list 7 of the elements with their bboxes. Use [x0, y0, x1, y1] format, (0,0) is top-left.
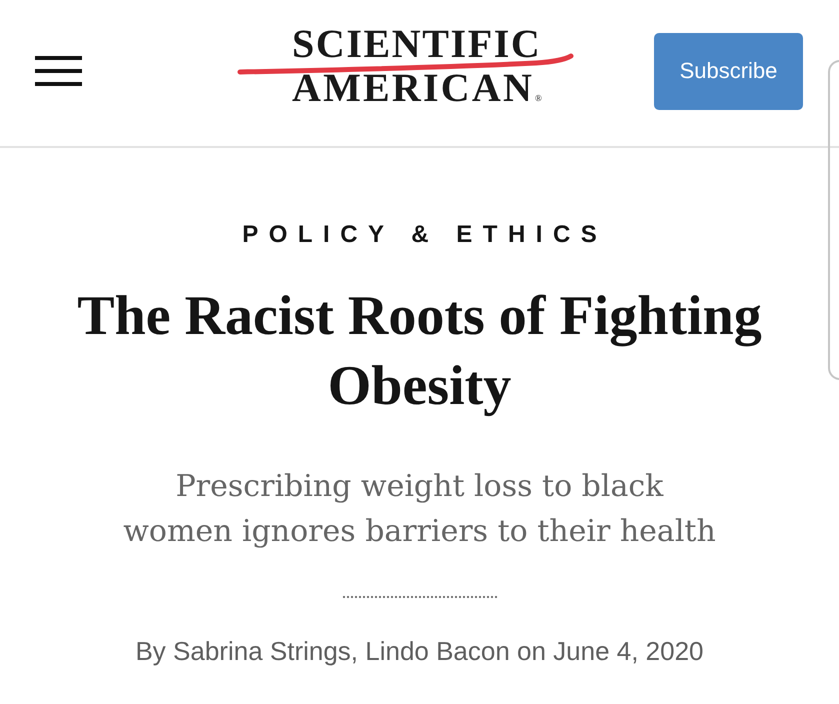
article-subtitle: Prescribing weight loss to black women ignores barriers to their health [123, 468, 716, 551]
menu-icon[interactable] [35, 56, 82, 86]
byline: By Sabrina Strings, Lindo Bacon on June 4, 2020 [135, 635, 704, 667]
category-label: POLICY & ETHICS [241, 221, 608, 249]
subscribe-button[interactable]: Subscribe [654, 32, 803, 110]
article-title: The Racist Roots of Fighting Obesity [76, 284, 763, 419]
logo[interactable]: SCIENTIFIC AMERICAN® [292, 22, 542, 120]
